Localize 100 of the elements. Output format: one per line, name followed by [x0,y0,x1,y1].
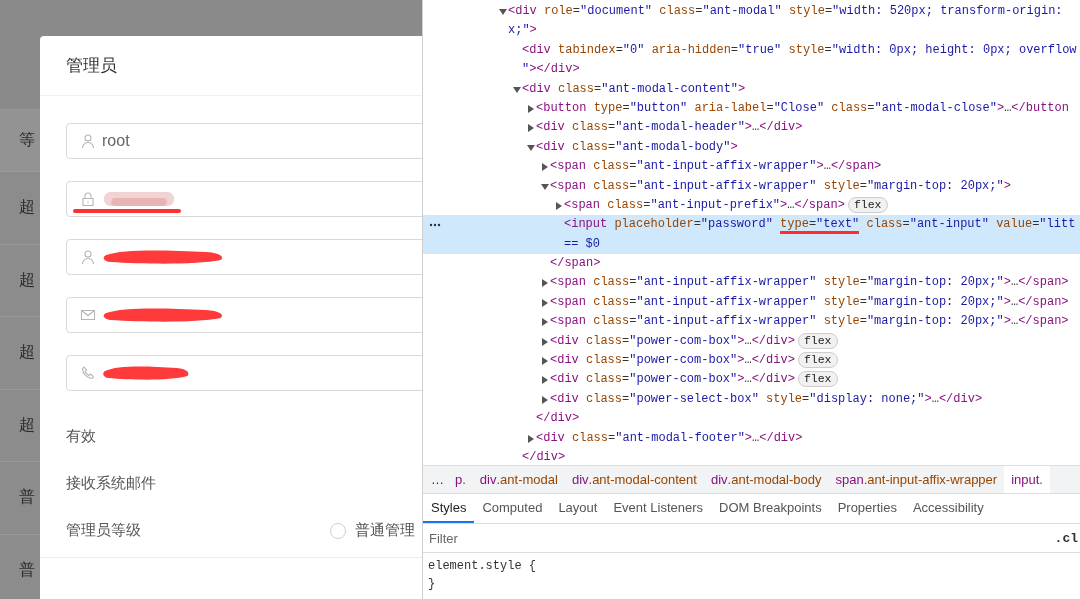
collapsed-arrow-icon[interactable] [555,201,563,210]
code-line: x;"> [508,22,537,40]
breadcrumb-item[interactable]: p. [448,466,473,493]
collapsed-arrow-icon[interactable] [541,318,549,327]
flex-badge[interactable]: flex [797,352,838,369]
collapsed-arrow-icon[interactable] [541,357,549,366]
panel-tab[interactable]: Accessibility [904,494,992,523]
code-line: <span class="ant-input-affix-wrapper" style="margin-top: 20px;">…</span> [550,293,1069,311]
panel-tab[interactable]: Computed [474,494,551,523]
dom-node[interactable]: <span class="ant-input-affix-wrapper" style="margin-top: 20px;">…</span> [423,273,1080,293]
closing-tag: </span> [550,254,601,274]
closing-tag: </div> [522,448,566,465]
column-header: 等 [19,130,35,150]
breadcrumb-item[interactable]: div.ant-modal [472,466,565,493]
expanded-arrow-icon[interactable] [499,8,507,16]
input-field[interactable] [66,297,422,333]
input-field[interactable]: root [66,123,422,159]
dom-node[interactable]: <span class="ant-input-affix-wrapper">…</span> [423,157,1080,177]
user-icon [80,249,96,265]
style-rule-end: } [428,576,436,593]
class-toggle[interactable]: .cl [1054,530,1080,546]
input-field[interactable] [66,239,422,275]
dom-node[interactable]: <div class="power-com-box">…</div> flex [423,351,1080,371]
code-line: "></div> [522,61,580,79]
radio-option[interactable]: 普通管理 [330,521,415,540]
dom-node[interactable]: <div class="power-com-box">…</div> flex [423,370,1080,390]
dom-node[interactable]: <div class="ant-modal-header">…</div> [423,118,1080,138]
dom-node[interactable]: <div class="ant-modal-body"> [423,137,1080,158]
code-line: <div class="power-com-box">…</div> [550,371,795,389]
collapsed-arrow-icon[interactable] [541,163,549,172]
modal-title: 管理员 [66,55,117,77]
expanded-arrow-icon[interactable] [527,143,535,152]
user-icon [80,133,96,149]
mail-icon [80,307,96,323]
closing-tag: </div> [536,409,580,429]
collapsed-arrow-icon[interactable] [527,104,535,113]
input-field[interactable] [66,355,422,391]
code-line: <div tabindex="0" aria-hidden="true" style="width: 0px; height: 0px; overflow [522,41,1077,59]
table-cell-text: 超 [19,269,35,290]
dom-node[interactable]: <span class="ant-input-affix-wrapper" style="margin-top: 20px;">…</span> [423,312,1080,332]
flex-badge[interactable]: flex [797,332,838,349]
dom-node[interactable]: <div tabindex="0" aria-hidden="true" style="width: 0px; height: 0px; overflow "></div> [423,40,1080,80]
dom-node[interactable]: <span class="ant-input-affix-wrapper" style="margin-top: 20px;">…</span> [423,292,1080,313]
flex-badge[interactable]: flex [847,196,888,213]
code-line: <span class="ant-input-affix-wrapper" style="margin-top: 20px;"> [550,177,1011,195]
code-line: <span class="ant-input-affix-wrapper">…</span> [550,158,882,176]
expanded-arrow-icon[interactable] [541,182,549,191]
table-cell-text: 普 [19,559,35,580]
dom-node[interactable]: <div class="power-select-box" style="display: none;">…</div> [423,389,1080,410]
code-line: <div class="power-com-box">…</div> [550,352,795,370]
collapsed-arrow-icon[interactable] [527,434,535,443]
code-line: <div class="power-select-box" style="display: none;">…</div> [550,390,983,408]
option-label: 接收系统邮件 [66,474,157,493]
style-rule: element.style { [428,558,537,575]
panel-tab[interactable]: Layout [550,494,606,523]
table-cell-text: 超 [19,342,35,363]
code-line: <div class="ant-modal-footer">…</div> [536,429,803,447]
code-line: <div class="ant-modal-header">…</div> [536,119,803,137]
panel-tab[interactable]: DOM Breakpoints [711,494,830,523]
code-line: <input placeholder="password" type="text" class="ant-input" value="litt [564,215,1076,235]
code-line: <button type="button" aria-label="Close" class="ant-modal-close">…</button [536,99,1069,117]
dom-node[interactable]: <input placeholder="password" type="text" class="ant-input" value="litt == $0 [423,215,1080,255]
code-line: <div role="document" class="ant-modal" style="width: 520px; transform-origin: [508,3,1063,20]
field-value: root [102,132,130,150]
breadcrumb-item[interactable]: div.ant-modal-body [703,466,829,493]
collapsed-arrow-icon[interactable] [527,124,535,133]
code-line: <span class="ant-input-affix-wrapper" style="margin-top: 20px;">…</span> [550,313,1069,331]
breadcrumb-item[interactable]: input. [1004,466,1050,493]
code-line: <div class="power-com-box">…</div> [550,332,795,350]
dom-node[interactable]: <div role="document" class="ant-modal" style="width: 520px; transform-origin: x;"> [423,2,1080,41]
table-cell-text: 普 [19,487,35,508]
collapsed-arrow-icon[interactable] [541,279,549,288]
panel-tab[interactable]: Styles [423,494,475,523]
table-cell-text: 超 [19,197,35,218]
option-label: 管理员等级 [66,521,142,540]
code-line: <span class="ant-input-prefix">…</span> [564,196,845,214]
flex-badge[interactable]: flex [797,371,838,388]
dom-node[interactable]: <div class="ant-modal-footer">…</div> [423,428,1080,448]
code-line: <div class="ant-modal-body"> [536,138,738,156]
collapsed-arrow-icon[interactable] [541,298,549,307]
expanded-arrow-icon[interactable] [513,85,521,94]
collapsed-arrow-icon[interactable] [541,337,549,346]
phone-icon [80,365,96,381]
panel-tab[interactable]: Event Listeners [605,494,712,523]
dom-node[interactable]: <div class="power-com-box">…</div> flex [423,331,1080,352]
code-line: <div class="ant-modal-content"> [522,80,746,98]
panel-tab[interactable]: Properties [829,494,905,523]
dom-node[interactable]: <span class="ant-input-prefix">…</span> flex [423,195,1080,216]
dom-node[interactable]: <span class="ant-input-affix-wrapper" style="margin-top: 20px;"> [423,176,1080,196]
collapsed-arrow-icon[interactable] [541,376,549,385]
breadcrumb-item[interactable]: … [423,466,448,493]
dom-node[interactable]: <div class="ant-modal-content"> [423,79,1080,99]
more-icon [429,223,441,228]
option-label: 有效 [66,427,97,446]
code-line: <span class="ant-input-affix-wrapper" style="margin-top: 20px;">…</span> [550,274,1069,292]
breadcrumb-item[interactable]: span.ant-input-affix-wrapper [828,466,1005,493]
dom-node[interactable]: <button type="button" aria-label="Close" class="ant-modal-close">…</button [423,98,1080,119]
breadcrumb-item[interactable]: div.ant-modal-content [564,466,704,493]
collapsed-arrow-icon[interactable] [541,395,549,404]
lock-icon [80,191,96,207]
